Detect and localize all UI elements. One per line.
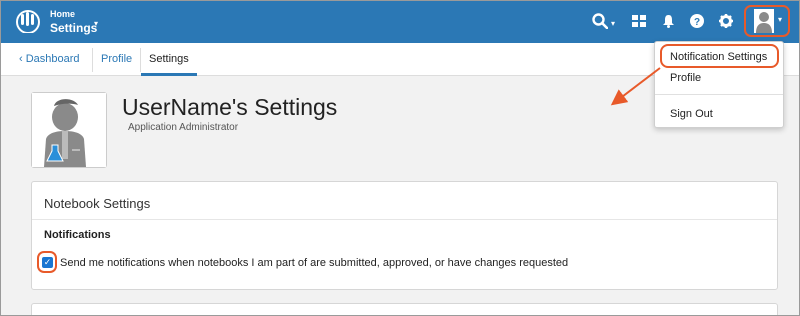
annotation-arrow	[610, 67, 661, 106]
